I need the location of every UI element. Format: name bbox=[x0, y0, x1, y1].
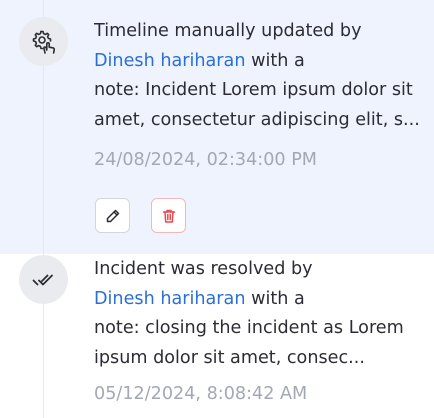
entry-actor-line: Dinesh hariharan with a bbox=[94, 47, 422, 77]
entry-content: Timeline manually updated by Dinesh hari… bbox=[94, 17, 422, 135]
pencil-icon bbox=[106, 209, 119, 222]
trash-icon bbox=[162, 209, 175, 223]
entry-actor-line: Dinesh hariharan with a bbox=[94, 285, 422, 315]
edit-button[interactable] bbox=[95, 198, 130, 233]
double-check-icon bbox=[19, 255, 68, 304]
entry-timestamp: 24/08/2024, 02:34:00 PM bbox=[94, 150, 317, 170]
timeline-entry: Timeline manually updated by Dinesh hari… bbox=[0, 0, 434, 254]
entry-summary: Incident was resolved by bbox=[94, 259, 313, 279]
actor-link[interactable]: Dinesh hariharan bbox=[94, 289, 245, 309]
actor-link[interactable]: Dinesh hariharan bbox=[94, 51, 245, 71]
gear-hand-icon bbox=[19, 17, 68, 66]
entry-note-line: note: closing the incident as Lorem bbox=[94, 318, 404, 338]
delete-button[interactable] bbox=[151, 198, 186, 233]
entry-summary: Timeline manually updated by bbox=[94, 21, 362, 41]
activity-timeline: Timeline manually updated by Dinesh hari… bbox=[0, 0, 434, 418]
timeline-entry: Incident was resolved by Dinesh harihara… bbox=[0, 254, 434, 418]
entry-content: Incident was resolved by Dinesh harihara… bbox=[94, 255, 422, 373]
entry-note-line: amet, consectetur adipiscing elit, s... bbox=[94, 109, 420, 130]
actor-suffix: with a bbox=[245, 288, 305, 309]
entry-note-line: note: Incident Lorem ipsum dolor sit bbox=[94, 80, 413, 100]
entry-note-line: ipsum dolor sit amet, consec... bbox=[94, 347, 365, 368]
entry-timestamp: 05/12/2024, 8:08:42 AM bbox=[94, 384, 308, 404]
actor-suffix: with a bbox=[245, 50, 305, 71]
